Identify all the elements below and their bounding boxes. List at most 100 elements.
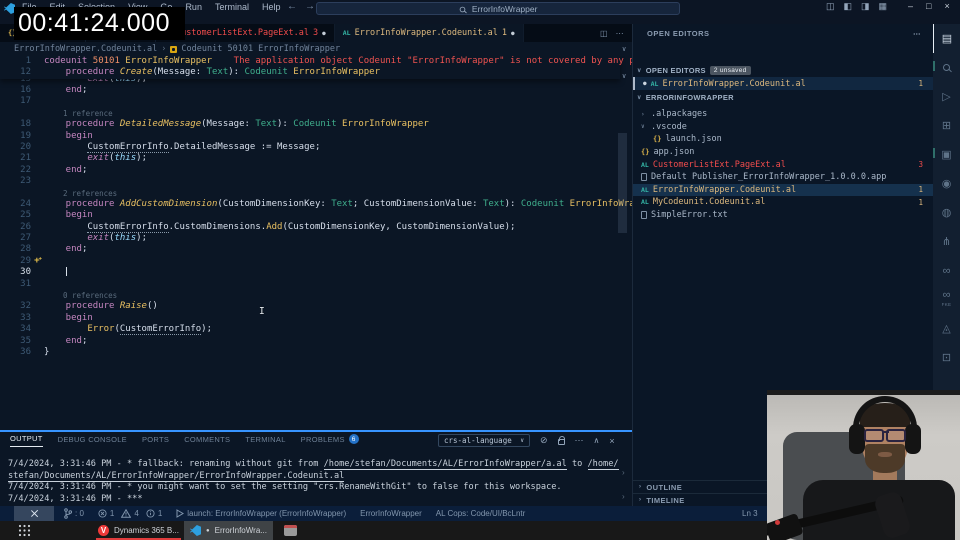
tree-item-simpleerror-txt[interactable]: SimpleError.txt (633, 209, 933, 222)
workspace-header[interactable]: ∨ ERRORINFOWRAPPER (633, 91, 933, 104)
code-line[interactable]: 1 codeunit 50101 ErrorInfoWrapper The app… (0, 56, 632, 67)
codelens-references[interactable]: 1 reference (0, 108, 620, 119)
codelens-references[interactable]: 0 references (0, 290, 620, 301)
file-path-link[interactable]: /home/ (587, 459, 619, 470)
editor-tab[interactable]: AL ErrorInfoWrapper.Codeunit.al 1 ● (334, 24, 524, 42)
close-panel-icon[interactable]: × (609, 436, 614, 446)
code-line[interactable]: 19 begin (0, 131, 620, 142)
code-line[interactable]: 22 end; (0, 165, 620, 176)
code-line[interactable]: 16 end; (0, 85, 620, 96)
more-actions-icon[interactable]: ⋯ (575, 435, 584, 446)
launch-config[interactable]: launch: ErrorInfoWrapper (ErrorInfoWrapp… (176, 509, 346, 518)
file-path-link[interactable]: stefan/Documents/AL/ErrorInfoWrapper/Err… (8, 470, 345, 482)
menu-run[interactable]: Run (185, 0, 202, 16)
fke-extension-icon[interactable]: ∞ FKE (933, 285, 960, 314)
cursor-position[interactable]: Ln 3 (742, 506, 758, 521)
code-line[interactable]: 23 (0, 176, 620, 187)
code-line[interactable]: 18 procedure DetailedMessage(Message: Te… (0, 119, 620, 130)
breadcrumb-symbol[interactable]: Codeunit 50101 ErrorInfoWrapper (181, 44, 340, 54)
more-actions-icon[interactable]: ⋯ (616, 29, 624, 38)
tree-item-app-json[interactable]: {} app.json (633, 146, 933, 159)
app-launcher-icon[interactable] (18, 524, 31, 537)
code-line[interactable]: 32 procedure Raise() (0, 301, 620, 312)
minimize-button[interactable]: – (908, 1, 913, 11)
editor-scrollbar[interactable] (618, 133, 627, 233)
forward-arrow-icon[interactable]: → (305, 1, 315, 12)
chat-icon[interactable]: ◍ (933, 198, 960, 227)
tree-item-default-publisher-errorinfowrapper-1-0-0-0-app[interactable]: Default Publisher_ErrorInfoWrapper_1.0.0… (633, 171, 933, 184)
tree-item-mycodeunit-codeunit-al[interactable]: AL MyCodeunit.Codeunit.al 1 (633, 196, 933, 209)
project-explorer-icon[interactable]: ⊡ (933, 343, 960, 372)
clear-output-icon[interactable]: ⊘ (540, 435, 548, 446)
maximize-panel-icon[interactable]: ∧ (594, 436, 600, 445)
panel-tab-ports[interactable]: PORTS (142, 434, 169, 447)
menu-terminal[interactable]: Terminal (215, 0, 249, 16)
code-line[interactable]: 20 CustomErrorInfo.DetailedMessage := Me… (0, 141, 620, 153)
open-editors-header[interactable]: ∨ OPEN EDITORS 2 unsaved (633, 64, 933, 77)
panel-tab-debug-console[interactable]: DEBUG CONSOLE (58, 434, 127, 447)
code-line[interactable]: 12 procedure Create(Message: Text): Code… (0, 67, 620, 78)
alcops-status[interactable]: AL Cops: Code/UI/BcLntr (436, 509, 526, 518)
code-line[interactable]: 27 exit(this); (0, 233, 620, 244)
back-arrow-icon[interactable]: ← (287, 1, 297, 12)
toggle-panel-bottom-icon[interactable]: ◧ (844, 1, 853, 12)
tree-item--vscode[interactable]: ∨ .vscode (633, 121, 933, 134)
search-icon[interactable] (933, 53, 960, 82)
lock-scroll-icon[interactable] (557, 436, 566, 445)
code-line[interactable]: 25 begin (0, 210, 620, 221)
code-line[interactable]: 29 +⁺ (0, 256, 620, 267)
breadcrumb[interactable]: ErrorInfoWrapper.Codeunit.al › Codeunit … (0, 42, 632, 56)
menu-help[interactable]: Help (262, 0, 281, 16)
remote-explorer-icon[interactable]: ▣ (933, 140, 960, 169)
code-line[interactable]: 26 CustomErrorInfo.CustomDimensions.Add(… (0, 221, 620, 233)
code-line[interactable]: 35 end; (0, 336, 620, 347)
tree-item-customerlistext-pageext-al[interactable]: AL CustomerListExt.PageExt.al 3 (633, 158, 933, 171)
code-line[interactable]: 34 Error(CustomErrorInfo); (0, 324, 620, 336)
panel-tab-comments[interactable]: COMMENTS (184, 434, 230, 447)
branch-status[interactable]: : 0 (64, 508, 84, 519)
source-control-graph-icon[interactable]: ⋔ (933, 227, 960, 256)
tree-item-errorinfowrapper-codeunit-al[interactable]: AL ErrorInfoWrapper.Codeunit.al 1 (633, 183, 933, 197)
customize-layout-icon[interactable]: ▦ (879, 1, 888, 12)
code-line[interactable]: 36} (0, 347, 620, 358)
explorer-icon[interactable]: ▤ (933, 24, 960, 53)
code-line[interactable]: 28 end; (0, 244, 620, 255)
code-line[interactable]: 33 begin (0, 313, 620, 324)
sticky-chevron-down-icon[interactable]: ∨ (622, 72, 626, 80)
taskbar-item-vivaldi[interactable]: V Dynamics 365 B... (92, 521, 185, 540)
github-icon[interactable]: ◉ (933, 169, 960, 198)
al-extension-icon[interactable]: ∞ (933, 256, 960, 285)
code-line[interactable]: 30 (0, 267, 620, 278)
panel-tab-output[interactable]: OUTPUT (10, 434, 43, 447)
file-path-link[interactable]: /home/stefan/Documents/AL/ErrorInfoWrapp… (323, 459, 567, 470)
tree-item-launch-json[interactable]: {} launch.json (633, 133, 933, 146)
split-editor-icon[interactable]: ◫ (600, 29, 608, 38)
toggle-sidebar-right-icon[interactable]: ◨ (861, 1, 870, 12)
open-editor-item[interactable]: ● AL ErrorInfoWrapper.Codeunit.al 1 (633, 77, 933, 90)
output-channel-dropdown[interactable]: crs-al-language ∨ (438, 434, 530, 447)
taskbar-item-vscode[interactable]: ● ErrorInfoWra... (184, 521, 273, 540)
code-line[interactable]: 24 procedure AddCustomDimension(CustomDi… (0, 199, 632, 210)
chevron-down-icon[interactable]: ∨ (622, 45, 626, 53)
run-debug-icon[interactable]: ▷ (933, 82, 960, 111)
code-editor[interactable]: 1 codeunit 50101 ErrorInfoWrapper The app… (0, 56, 632, 430)
code-line[interactable]: 17 (0, 96, 620, 107)
problems-status[interactable]: 1 4 1 (98, 509, 162, 518)
remote-indicator[interactable] (14, 506, 54, 521)
code-line[interactable]: 31 (0, 279, 620, 290)
more-actions-icon[interactable]: ⋯ (913, 29, 921, 38)
maximize-button[interactable]: □ (926, 1, 931, 11)
test-explorer-icon[interactable]: ◬ (933, 314, 960, 343)
close-button[interactable]: × (944, 1, 949, 11)
panel-tab-terminal[interactable]: TERMINAL (245, 434, 285, 447)
taskbar-item-file-manager[interactable] (278, 521, 303, 540)
panel-tab-problems[interactable]: PROBLEMS 6 (301, 434, 359, 447)
tree-item--alpackages[interactable]: › .alpackages (633, 108, 933, 121)
code-line[interactable]: 21 exit(this); (0, 153, 620, 164)
toggle-panel-left-icon[interactable]: ◫ (826, 1, 835, 12)
breadcrumb-file[interactable]: ErrorInfoWrapper.Codeunit.al (14, 44, 157, 54)
workspace-status[interactable]: ErrorInfoWrapper (360, 509, 422, 518)
extensions-icon[interactable]: ⊞ (933, 111, 960, 140)
command-center-search[interactable]: ErrorInfoWrapper (316, 2, 680, 15)
codelens-references[interactable]: 2 references (0, 188, 620, 199)
